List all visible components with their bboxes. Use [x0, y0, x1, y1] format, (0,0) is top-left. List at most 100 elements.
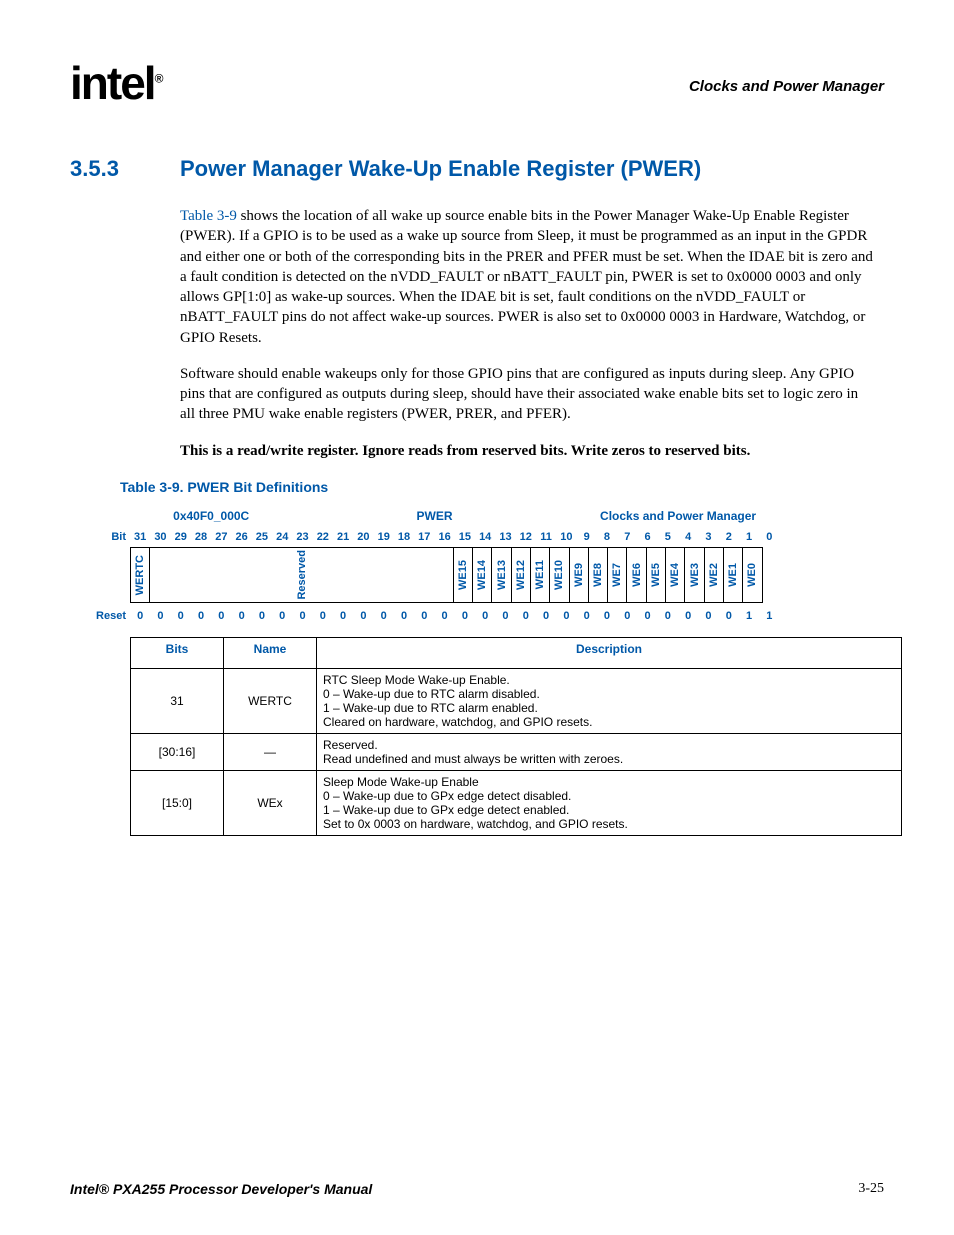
reset-value: 0 [434, 603, 454, 629]
bit-number: 17 [414, 527, 434, 547]
bit-field: WE5 [646, 547, 666, 603]
bit-number: 15 [455, 527, 475, 547]
bit-number: 8 [597, 527, 617, 547]
desc-text: Sleep Mode Wake-up Enable 0 – Wake-up du… [317, 770, 902, 835]
bit-number: 24 [272, 527, 292, 547]
bit-number: 27 [211, 527, 231, 547]
reset-value: 0 [414, 603, 434, 629]
reset-value: 0 [231, 603, 251, 629]
bit-description-table: Bits Name Description 31WERTCRTC Sleep M… [130, 637, 902, 836]
bit-row-label: Bit [86, 527, 130, 547]
reset-row-label: Reset [86, 603, 130, 629]
bit-number-row: Bit 313029282726252423222120191817161514… [86, 527, 884, 547]
bit-field: WE14 [472, 547, 492, 603]
desc-header-row: Bits Name Description [131, 637, 902, 668]
paragraph-3: This is a read/write register. Ignore re… [180, 441, 874, 461]
reset-value: 1 [739, 603, 759, 629]
bit-field: WE13 [491, 547, 511, 603]
reset-value: 0 [678, 603, 698, 629]
desc-name: — [224, 733, 317, 770]
bit-number: 14 [475, 527, 495, 547]
bit-number: 30 [150, 527, 170, 547]
bit-field: Reserved [149, 547, 454, 603]
bit-number: 6 [637, 527, 657, 547]
reset-value: 0 [374, 603, 394, 629]
desc-text: Reserved. Read undefined and must always… [317, 733, 902, 770]
reset-value: 0 [637, 603, 657, 629]
reset-value: 0 [698, 603, 718, 629]
reset-value: 0 [150, 603, 170, 629]
desc-row: [30:16]—Reserved. Read undefined and mus… [131, 733, 902, 770]
reset-value: 0 [292, 603, 312, 629]
bit-field: WE6 [626, 547, 646, 603]
field-name-row: WERTCReservedWE15WE14WE13WE12WE11WE10WE9… [86, 547, 884, 603]
bit-field: WE2 [704, 547, 724, 603]
reg-name: PWER [292, 505, 576, 527]
reset-value: 0 [272, 603, 292, 629]
bit-number: 26 [231, 527, 251, 547]
register-bit-table: 0x40F0_000CPWERClocks and Power Manager … [86, 505, 884, 629]
reset-value: 0 [333, 603, 353, 629]
desc-row: [15:0]WExSleep Mode Wake-up Enable 0 – W… [131, 770, 902, 835]
reset-value: 0 [577, 603, 597, 629]
page-footer: Intel® PXA255 Processor Developer's Manu… [70, 1181, 884, 1197]
desc-bits: [30:16] [131, 733, 224, 770]
bit-number: 29 [171, 527, 191, 547]
bit-number: 2 [719, 527, 739, 547]
bit-number: 22 [313, 527, 333, 547]
bit-number: 18 [394, 527, 414, 547]
reset-value: 0 [191, 603, 211, 629]
bit-field: WE12 [511, 547, 531, 603]
bit-field: WE9 [569, 547, 589, 603]
bit-number: 10 [556, 527, 576, 547]
reset-row: Reset 00000000000000000000000000000011 [86, 603, 884, 629]
table-caption: Table 3-9. PWER Bit Definitions [120, 479, 884, 495]
bit-number: 0 [759, 527, 779, 547]
bit-number: 28 [191, 527, 211, 547]
desc-bits: 31 [131, 668, 224, 733]
bit-number: 5 [658, 527, 678, 547]
bit-number: 25 [252, 527, 272, 547]
section-number: 3.5.3 [70, 156, 180, 182]
bit-number: 19 [374, 527, 394, 547]
hdr-bits: Bits [131, 637, 224, 668]
desc-name: WEx [224, 770, 317, 835]
reset-value: 0 [617, 603, 637, 629]
page: intel® Clocks and Power Manager 3.5.3Pow… [0, 0, 954, 1235]
footer-page-number: 3-25 [858, 1181, 884, 1197]
reset-value: 0 [597, 603, 617, 629]
hdr-desc: Description [317, 637, 902, 668]
bit-number: 7 [617, 527, 637, 547]
paragraph-1: Table 3-9 shows the location of all wake… [180, 206, 874, 348]
header-section-title: Clocks and Power Manager [689, 78, 884, 95]
bit-field: WE11 [530, 547, 550, 603]
footer-manual-title: Intel® PXA255 Processor Developer's Manu… [70, 1181, 372, 1197]
bit-field: WE15 [453, 547, 473, 603]
reset-value: 1 [759, 603, 779, 629]
table-ref-link[interactable]: Table 3-9 [180, 208, 237, 224]
bit-field: WE8 [588, 547, 608, 603]
reset-value: 0 [313, 603, 333, 629]
reg-address: 0x40F0_000C [130, 505, 292, 527]
reg-group: Clocks and Power Manager [577, 505, 780, 527]
bit-number: 4 [678, 527, 698, 547]
bit-field: WERTC [130, 547, 150, 603]
reset-value: 0 [394, 603, 414, 629]
reset-value: 0 [130, 603, 150, 629]
section-title: Power Manager Wake-Up Enable Register (P… [180, 156, 701, 181]
hdr-name: Name [224, 637, 317, 668]
bit-number: 1 [739, 527, 759, 547]
bit-number: 13 [495, 527, 515, 547]
reset-value: 0 [353, 603, 373, 629]
bit-number: 23 [292, 527, 312, 547]
reset-value: 0 [658, 603, 678, 629]
section-heading: 3.5.3Power Manager Wake-Up Enable Regist… [70, 156, 884, 182]
bit-number: 3 [698, 527, 718, 547]
bit-number: 16 [434, 527, 454, 547]
paragraph-1-text: shows the location of all wake up source… [180, 208, 873, 346]
paragraph-2: Software should enable wakeups only for … [180, 364, 874, 425]
bit-field: WE10 [549, 547, 569, 603]
bit-field: WE4 [665, 547, 685, 603]
desc-bits: [15:0] [131, 770, 224, 835]
reset-value: 0 [556, 603, 576, 629]
